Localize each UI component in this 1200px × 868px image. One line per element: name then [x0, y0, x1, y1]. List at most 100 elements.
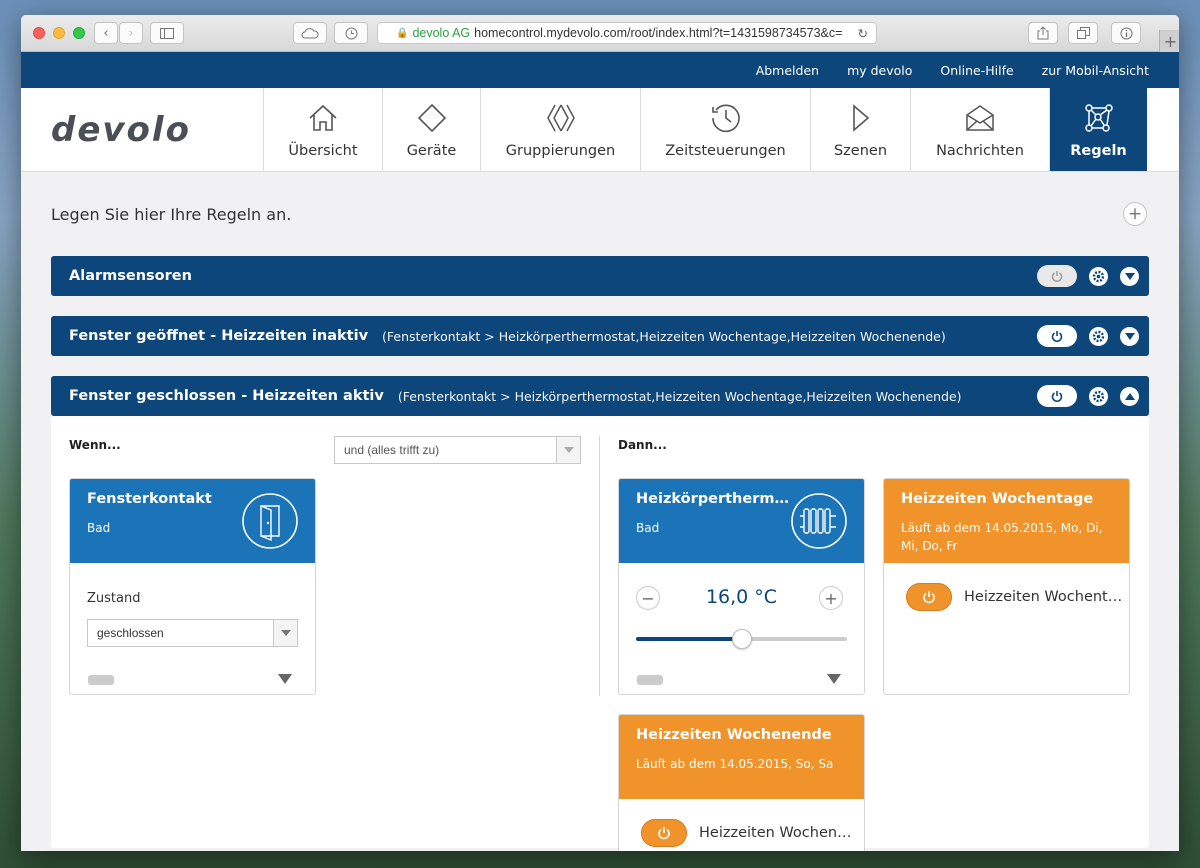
- url-text: homecontrol.mydevolo.com/root/index.html…: [474, 26, 843, 40]
- my-devolo-link[interactable]: my devolo: [847, 63, 912, 78]
- nav-label: Übersicht: [288, 143, 358, 159]
- rule-settings-button[interactable]: [1089, 326, 1108, 346]
- gear-icon: [1092, 390, 1105, 402]
- address-bar[interactable]: 🔒 devolo AG homecontrol.mydevolo.com/roo…: [377, 22, 877, 44]
- rule-power-toggle[interactable]: [1037, 385, 1077, 407]
- device-indicator: [637, 675, 663, 685]
- caret-up-icon: [1124, 392, 1135, 400]
- caret-down-icon: [280, 630, 291, 636]
- temperature-slider[interactable]: [636, 629, 847, 649]
- nav-label: Regeln: [1070, 143, 1127, 159]
- schedule-toggle-label: Heizzeiten Wochent…: [964, 589, 1123, 605]
- rule-expand-button[interactable]: [1120, 266, 1139, 286]
- door-icon: [242, 493, 298, 549]
- tabs-icon: [1076, 27, 1090, 39]
- close-window-button[interactable]: [33, 27, 45, 39]
- schedule-toggle-row: Heizzeiten Wochent…: [906, 583, 1122, 611]
- rule-collapse-button[interactable]: [1120, 386, 1139, 406]
- rule-description: (Fensterkontakt > Heizkörperthermostat,H…: [397, 388, 962, 404]
- rule-settings-button[interactable]: [1089, 266, 1108, 286]
- intro-row: Legen Sie hier Ihre Regeln an. +: [51, 172, 1149, 256]
- share-icon: [1037, 26, 1049, 40]
- nav-item-gruppierungen[interactable]: Gruppierungen: [480, 88, 640, 171]
- sidebar-icon: [160, 27, 174, 39]
- diamond-icon: [417, 103, 446, 133]
- rule-settings-button[interactable]: [1089, 386, 1108, 406]
- minus-icon: −: [641, 588, 655, 608]
- sidebar-button[interactable]: [150, 22, 184, 44]
- rule-title: Fenster geöffnet - Heizzeiten inaktiv: [69, 328, 369, 344]
- nav-item-regeln[interactable]: Regeln: [1049, 88, 1147, 171]
- mobile-view-link[interactable]: zur Mobil-Ansicht: [1042, 63, 1149, 78]
- devolo-logo[interactable]: devolo: [21, 88, 263, 171]
- action-card-heizzeiten-wochenende: Heizzeiten Wochenende Läuft ab dem 14.05…: [618, 714, 865, 851]
- plus-icon: +: [824, 588, 838, 608]
- forward-button[interactable]: ›: [119, 22, 143, 44]
- online-help-link[interactable]: Online-Hilfe: [940, 63, 1013, 78]
- power-icon: [658, 827, 670, 840]
- select-arrow: [556, 437, 580, 463]
- share-button[interactable]: [1028, 22, 1058, 44]
- schedule-power-toggle[interactable]: [641, 819, 687, 847]
- back-button[interactable]: ‹: [94, 22, 118, 44]
- lock-icon: 🔒: [396, 27, 409, 39]
- nav-item-nachrichten[interactable]: Nachrichten: [910, 88, 1049, 171]
- gear-icon: [1092, 270, 1105, 282]
- rule-bar-fenster-geoeffnet[interactable]: Fenster geöffnet - Heizzeiten inaktiv (F…: [51, 316, 1149, 356]
- nav-item-geraete[interactable]: Geräte: [382, 88, 480, 171]
- card-expand-icon[interactable]: [827, 674, 841, 684]
- power-icon: [1051, 271, 1063, 282]
- nav-item-szenen[interactable]: Szenen: [810, 88, 910, 171]
- rule-power-toggle[interactable]: [1037, 325, 1077, 347]
- rules-content: Legen Sie hier Ihre Regeln an. + Alarmse…: [21, 172, 1179, 851]
- history-icon: [345, 27, 357, 39]
- history-button[interactable]: [334, 22, 368, 44]
- minimize-window-button[interactable]: [53, 27, 65, 39]
- logout-link[interactable]: Abmelden: [756, 63, 819, 78]
- nav-item-zeitsteuerungen[interactable]: Zeitsteuerungen: [640, 88, 810, 171]
- info-button[interactable]: [1111, 22, 1141, 44]
- rule-expand-button[interactable]: [1120, 326, 1139, 346]
- slider-handle[interactable]: [731, 629, 752, 649]
- action-card-heizzeiten-wochentage: Heizzeiten Wochentage Läuft ab dem 14.05…: [883, 478, 1130, 695]
- new-tab-button[interactable]: +: [1159, 30, 1179, 52]
- nav-label: Szenen: [833, 143, 888, 159]
- card-header: Heizzeiten Wochentage Läuft ab dem 14.05…: [884, 479, 1129, 563]
- icloud-button[interactable]: [293, 22, 327, 44]
- clock-icon: [711, 104, 740, 133]
- caret-down-icon: [1124, 272, 1135, 280]
- increase-temp-button[interactable]: +: [819, 586, 843, 610]
- condition-select-value: und (alles trifft zu): [344, 443, 440, 457]
- rule-bar-alarmsensoren[interactable]: Alarmsensoren: [51, 256, 1149, 296]
- rule-power-toggle[interactable]: [1037, 265, 1077, 287]
- device-indicator: [88, 675, 114, 685]
- card-title: Heizzeiten Wochentage: [901, 491, 1094, 507]
- tabs-button[interactable]: [1068, 22, 1098, 44]
- power-icon: [923, 591, 935, 604]
- decrease-temp-button[interactable]: −: [636, 586, 660, 610]
- add-rule-button[interactable]: +: [1123, 202, 1147, 226]
- power-icon: [1051, 391, 1063, 402]
- rule-title: Fenster geschlossen - Heizzeiten aktiv: [69, 388, 384, 404]
- schedule-power-toggle[interactable]: [906, 583, 952, 611]
- reload-icon[interactable]: ↻: [858, 26, 868, 41]
- card-expand-icon[interactable]: [278, 674, 292, 684]
- zoom-window-button[interactable]: [73, 27, 85, 39]
- condition-select[interactable]: und (alles trifft zu): [334, 436, 581, 464]
- card-subtitle: Läuft ab dem 14.05.2015, Mo, Di, Mi, Do,…: [901, 521, 1103, 553]
- card-header: Fensterkontakt Bad: [70, 479, 315, 563]
- cloud-icon: [301, 28, 319, 39]
- window-controls: [33, 27, 85, 39]
- gear-icon: [1092, 330, 1105, 342]
- zustand-select-value: geschlossen: [97, 626, 164, 640]
- column-divider: [599, 436, 600, 696]
- zustand-select[interactable]: geschlossen: [87, 619, 298, 647]
- account-bar: Abmelden my devolo Online-Hilfe zur Mobi…: [21, 52, 1179, 88]
- rule-bar-fenster-geschlossen[interactable]: Fenster geschlossen - Heizzeiten aktiv (…: [51, 376, 1149, 416]
- main-nav: devolo Übersicht Geräte Gruppierungen Ze…: [21, 88, 1179, 172]
- schedule-toggle-row: Heizzeiten Wochen…: [641, 819, 852, 847]
- nav-item-uebersicht[interactable]: Übersicht: [263, 88, 382, 171]
- radiator-icon: [791, 493, 847, 549]
- info-icon: [1120, 27, 1132, 39]
- slider-fill: [636, 637, 742, 641]
